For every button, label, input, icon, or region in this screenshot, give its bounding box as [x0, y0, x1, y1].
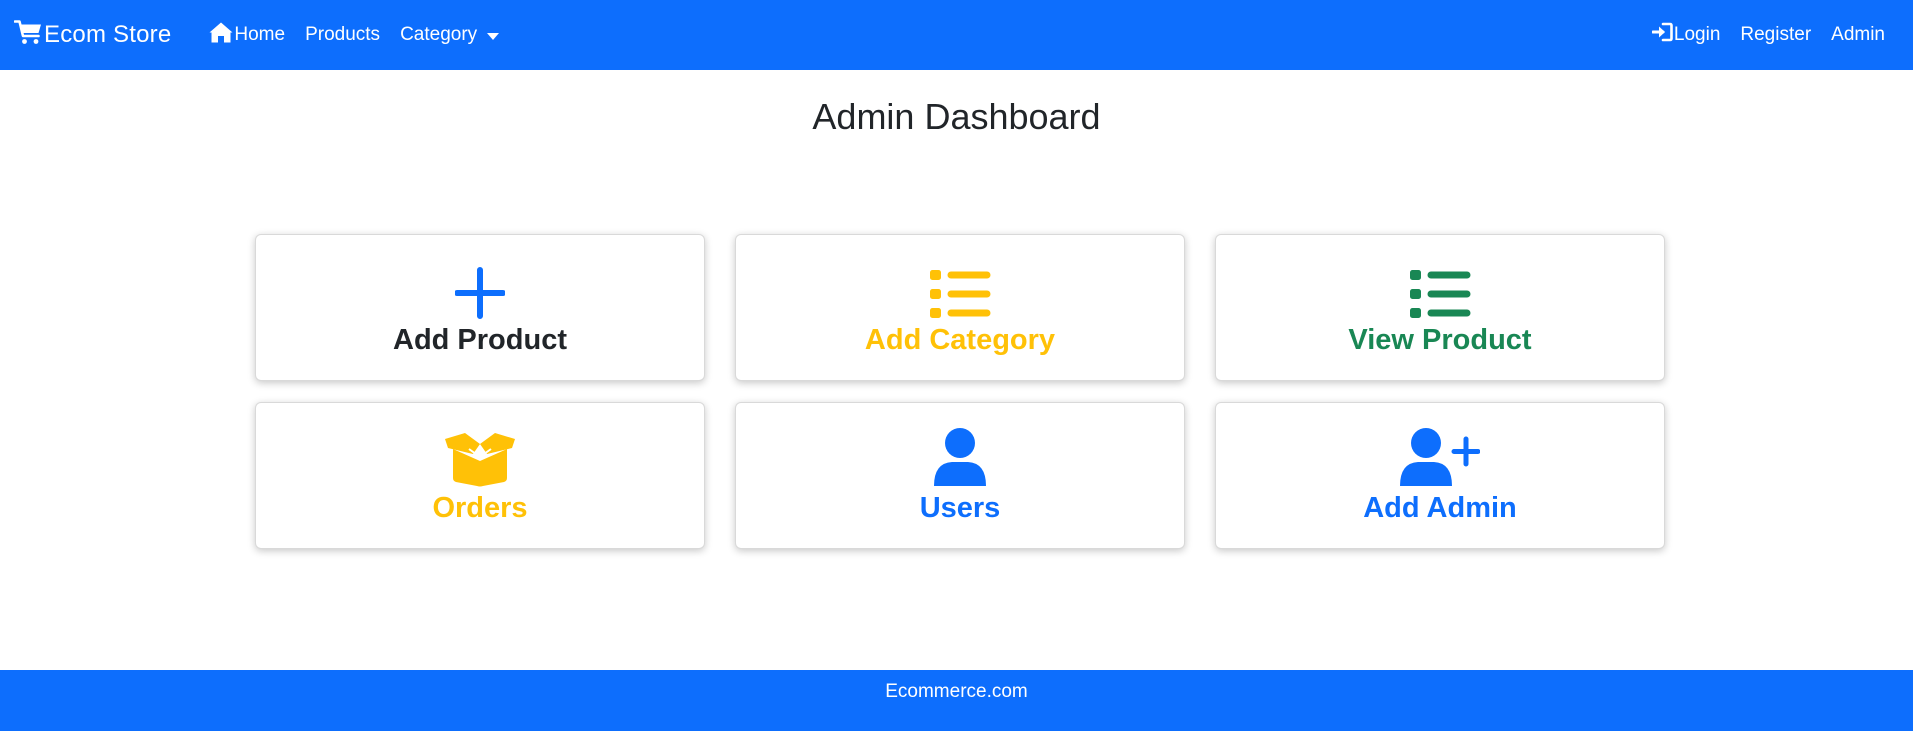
users-card[interactable]: Users — [735, 402, 1185, 549]
footer: Ecommerce.com — [0, 670, 1913, 731]
add-product-label: Add Product — [393, 323, 567, 356]
add-product-card[interactable]: Add Product — [255, 234, 705, 381]
add-admin-card[interactable]: Add Admin — [1215, 402, 1665, 549]
nav-login[interactable]: Login — [1642, 22, 1731, 48]
nav-home[interactable]: Home — [199, 22, 295, 49]
top-navbar: Ecom Store Home Products Category Login … — [0, 0, 1913, 70]
chevron-down-icon — [487, 32, 500, 40]
nav-products[interactable]: Products — [295, 24, 390, 46]
list-icon — [929, 259, 991, 319]
nav-admin-label: Admin — [1831, 24, 1885, 45]
brand-link[interactable]: Ecom Store — [13, 19, 172, 52]
nav-category-label: Category — [400, 24, 478, 45]
user-icon — [932, 427, 988, 487]
nav-register-label: Register — [1740, 24, 1812, 45]
home-icon — [209, 22, 234, 49]
nav-login-label: Login — [1673, 24, 1721, 45]
add-admin-label: Add Admin — [1363, 491, 1517, 524]
nav-admin[interactable]: Admin — [1821, 24, 1895, 46]
nav-left: Ecom Store Home Products Category — [13, 19, 509, 52]
dashboard-grid: Add Product Add Category View Product Or… — [255, 234, 1665, 549]
list-icon — [1409, 259, 1471, 319]
brand-name: Ecom Store — [44, 21, 172, 48]
shopping-cart-icon — [13, 19, 44, 52]
add-category-card[interactable]: Add Category — [735, 234, 1185, 381]
users-label: Users — [919, 491, 1001, 524]
login-icon — [1651, 22, 1674, 48]
view-product-label: View Product — [1348, 323, 1532, 356]
nav-products-label: Products — [305, 24, 381, 45]
box-open-icon — [443, 427, 517, 487]
add-category-label: Add Category — [864, 323, 1056, 356]
orders-card[interactable]: Orders — [255, 402, 705, 549]
plus-icon — [455, 259, 505, 319]
page-title: Admin Dashboard — [812, 96, 1101, 137]
footer-text: Ecommerce.com — [885, 681, 1028, 702]
orders-label: Orders — [432, 491, 528, 524]
nav-home-label: Home — [234, 24, 286, 45]
nav-register[interactable]: Register — [1730, 24, 1821, 46]
user-plus-icon — [1400, 427, 1480, 487]
nav-right: Login Register Admin — [1642, 22, 1899, 48]
nav-category-dropdown[interactable]: Category — [390, 24, 509, 46]
view-product-card[interactable]: View Product — [1215, 234, 1665, 381]
